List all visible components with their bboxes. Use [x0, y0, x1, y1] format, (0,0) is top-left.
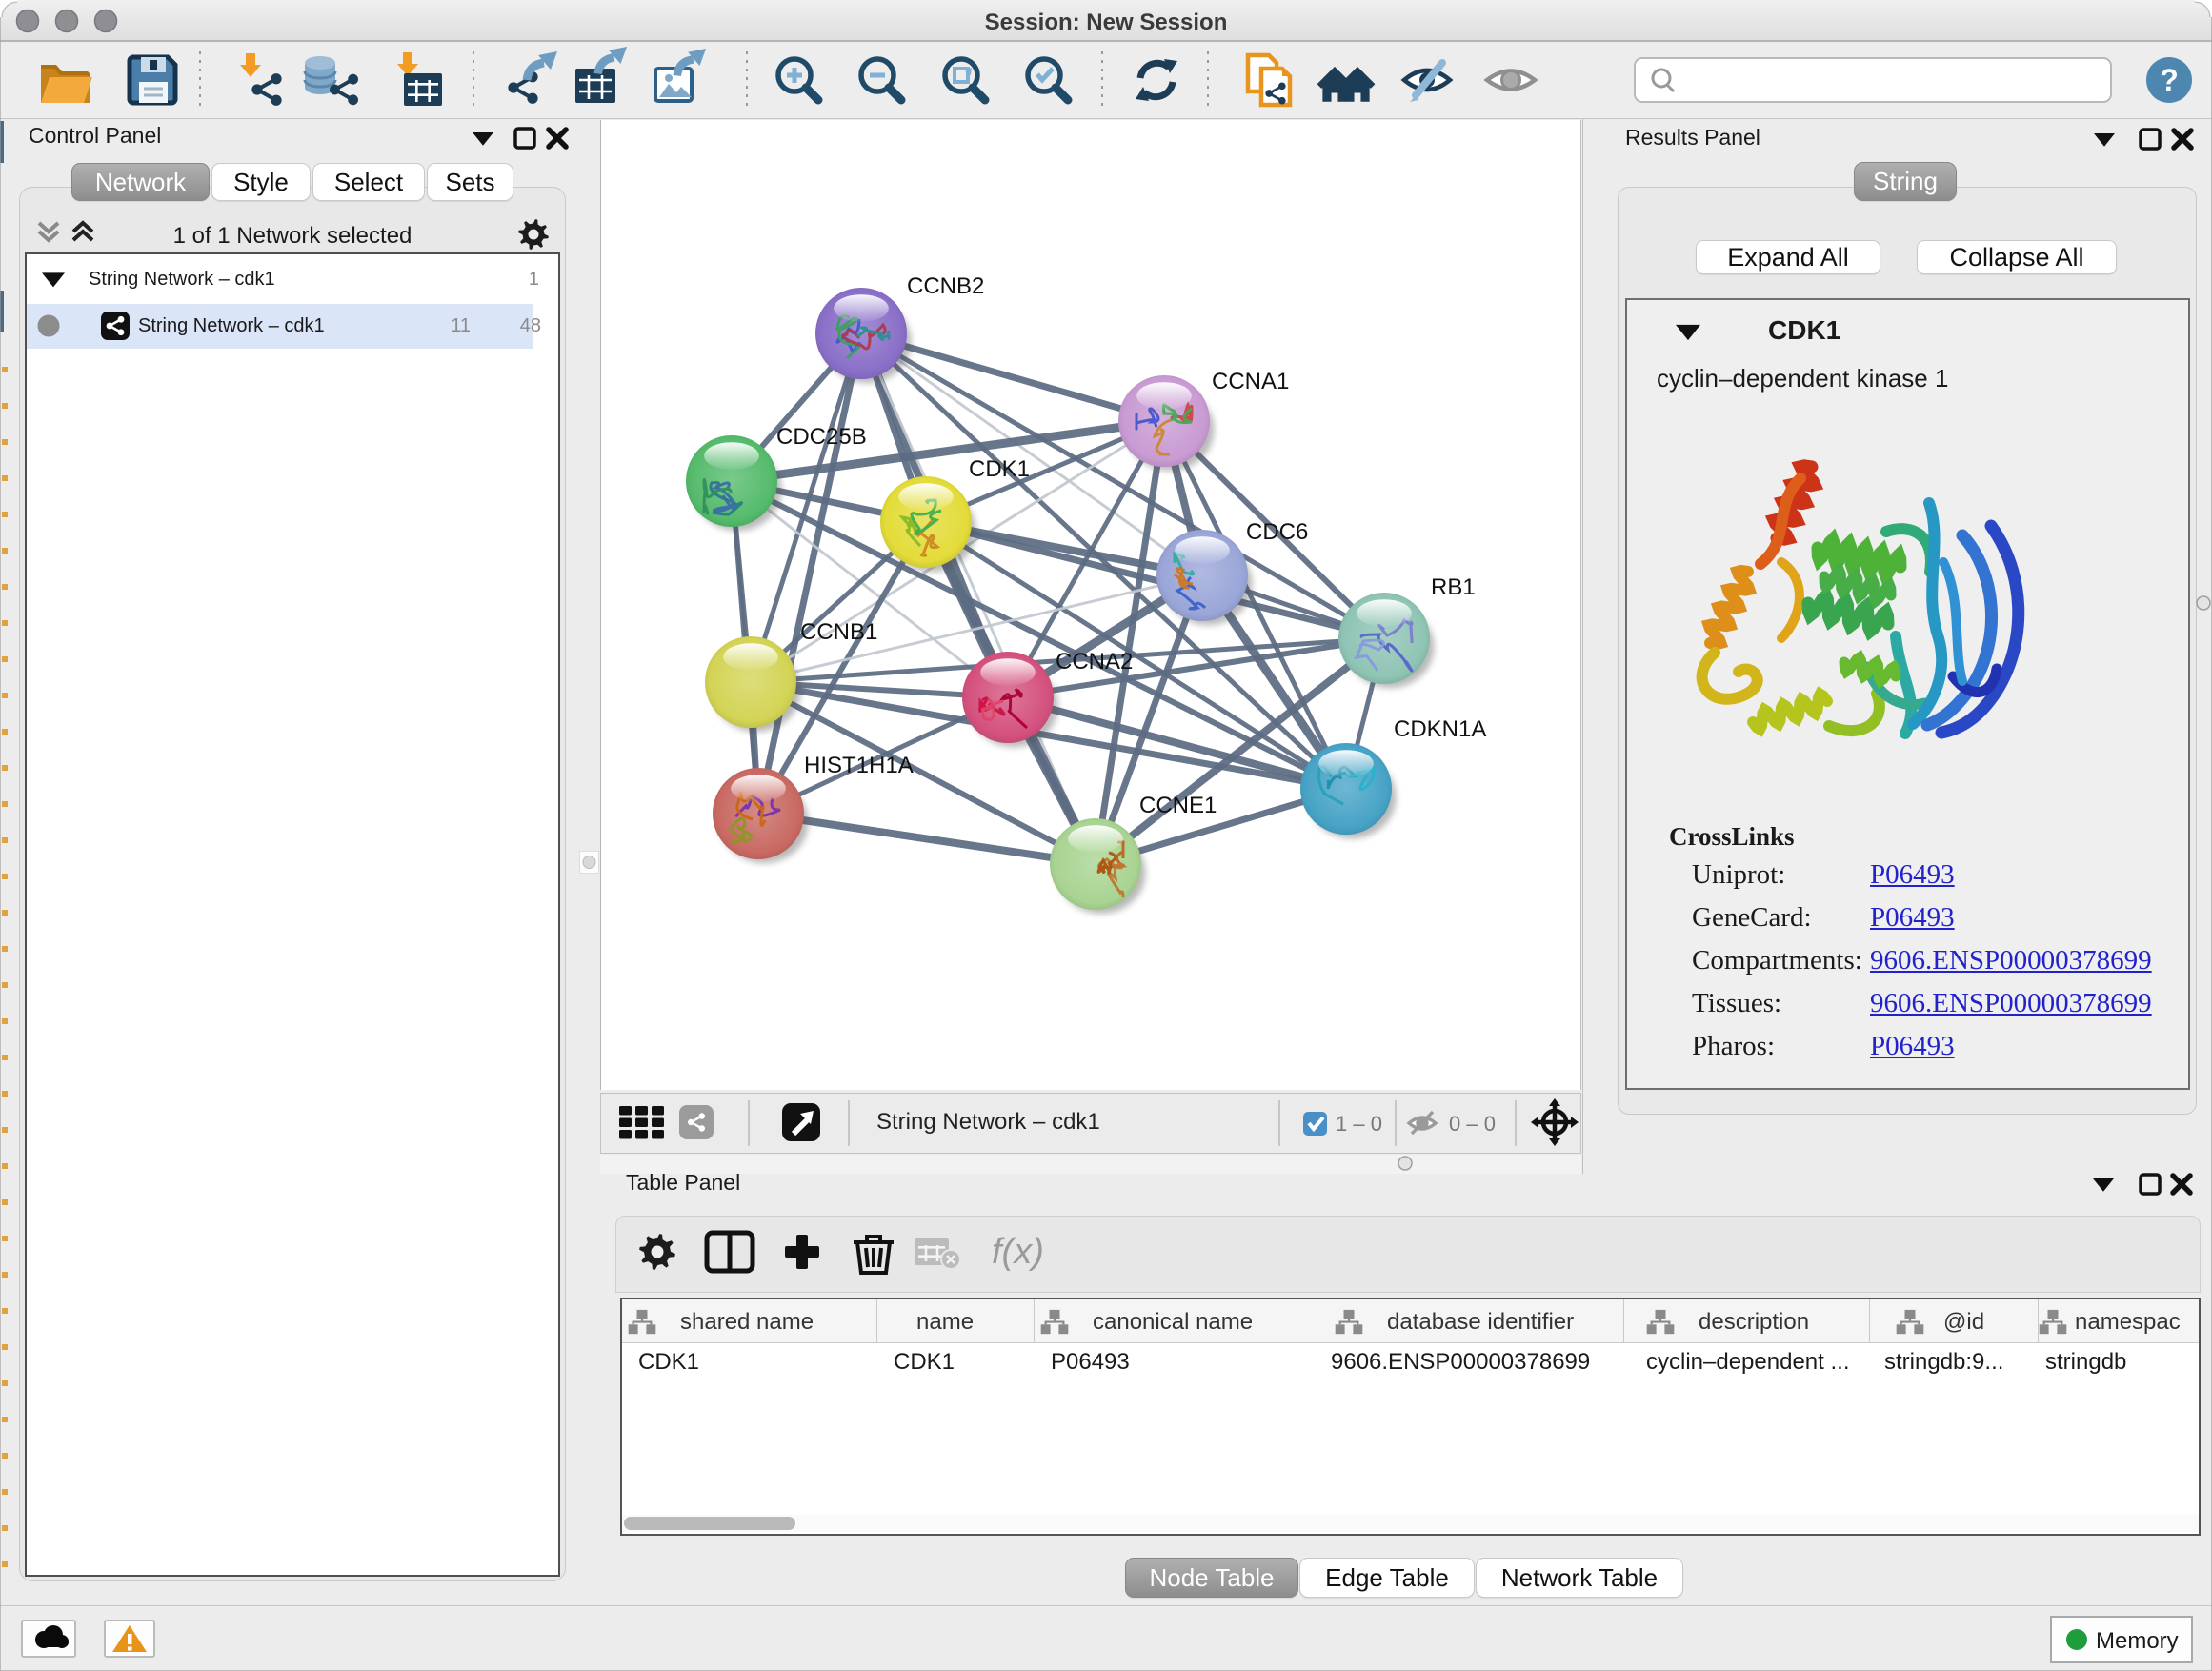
svg-text:CDK1: CDK1 — [969, 456, 1030, 482]
svg-text:CDKN1A: CDKN1A — [1394, 716, 1486, 742]
svg-text:CCNA1: CCNA1 — [1212, 369, 1289, 394]
svg-text:CDC6: CDC6 — [1246, 519, 1308, 545]
svg-text:CCNE1: CCNE1 — [1139, 793, 1217, 818]
svg-text:RB1: RB1 — [1431, 574, 1476, 600]
svg-text:CCNB2: CCNB2 — [907, 273, 984, 299]
svg-text:HIST1H1A: HIST1H1A — [804, 753, 914, 778]
svg-text:CCNA2: CCNA2 — [1056, 649, 1133, 674]
svg-text:CCNB1: CCNB1 — [800, 619, 877, 645]
svg-text:f(x): f(x) — [992, 1232, 1044, 1272]
svg-text:?: ? — [2160, 63, 2179, 97]
svg-text:CDC25B: CDC25B — [776, 424, 867, 450]
